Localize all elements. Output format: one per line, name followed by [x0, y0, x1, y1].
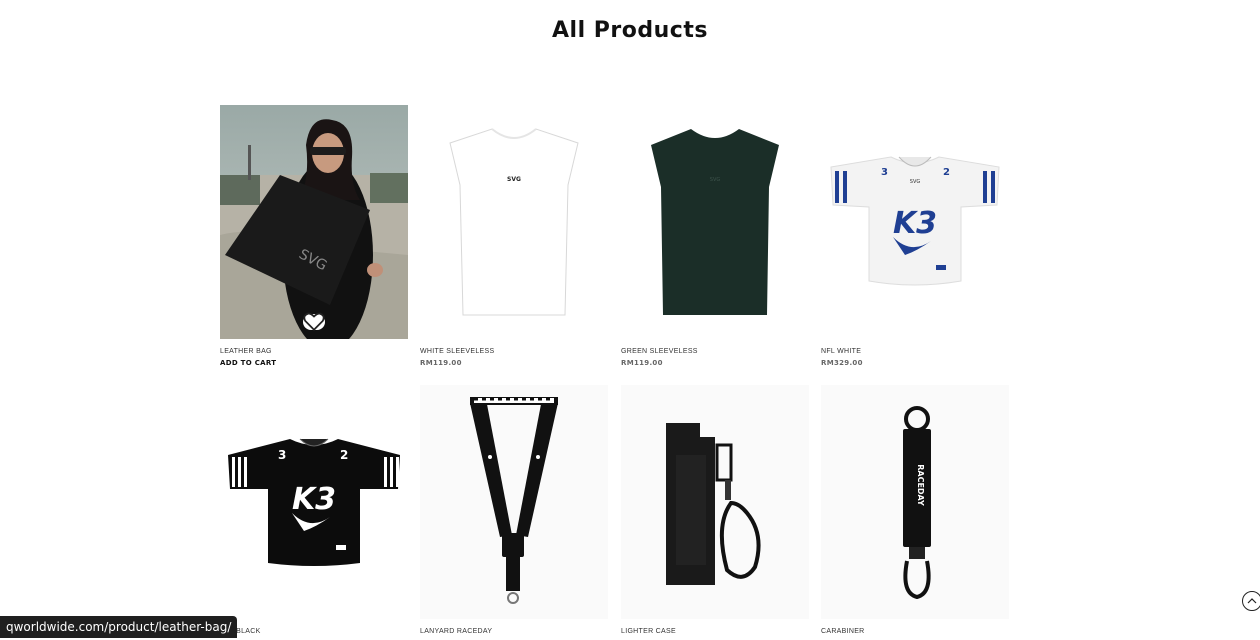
heart-icon [303, 312, 325, 331]
product-image-nfl-black[interactable]: 3 2 K3 [220, 385, 408, 619]
product-name[interactable]: LEATHER BAG [220, 348, 408, 355]
product-card-lighter-case[interactable]: LIGHTER CASE [621, 385, 809, 635]
page-title: All Products [552, 18, 708, 43]
jersey-print-text: K3 [292, 482, 336, 517]
product-name[interactable]: WHITE SLEEVELESS [420, 348, 608, 355]
product-image-nfl-white[interactable]: 3 2 SVG K3 [821, 105, 1009, 339]
svg-text:2: 2 [943, 167, 950, 178]
chevron-up-icon [1247, 598, 1257, 604]
product-name[interactable]: NFL WHITE [821, 348, 1009, 355]
product-price: RM329.00 [821, 359, 863, 367]
product-card-green-sleeveless[interactable]: SVG GREEN SLEEVELESS RM119.00 [621, 105, 809, 367]
product-name[interactable]: CARABINER [821, 628, 1009, 635]
wishlist-button[interactable] [303, 312, 325, 331]
product-image-white-sleeveless[interactable]: SVG [420, 105, 608, 339]
scroll-to-top-button[interactable] [1242, 591, 1260, 611]
product-image-lanyard-raceday[interactable] [420, 385, 608, 619]
product-card-carabiner[interactable]: RACEDAY CARABINER [821, 385, 1009, 635]
product-image-carabiner[interactable]: RACEDAY [821, 385, 1009, 619]
product-card-nfl-black[interactable]: 3 2 K3 NFL BLACK [220, 385, 408, 635]
status-bar-url: qworldwide.com/product/leather-bag/ [0, 616, 238, 638]
svg-text:SVG: SVG [910, 179, 921, 185]
product-image-leather-bag[interactable]: SVG [220, 105, 408, 339]
svg-text:2: 2 [340, 448, 348, 462]
product-image-green-sleeveless[interactable]: SVG [621, 105, 809, 339]
product-price: RM119.00 [420, 359, 462, 367]
shirt-logo-text: SVG [710, 177, 721, 183]
product-price: RM119.00 [621, 359, 663, 367]
product-card-lanyard-raceday[interactable]: LANYARD RACEDAY [420, 385, 608, 635]
product-card-leather-bag[interactable]: SVG LEATHER BAG ADD TO CART [220, 105, 408, 367]
product-card-nfl-white[interactable]: 3 2 SVG K3 NFL WHITE RM329.00 [821, 105, 1009, 367]
product-name[interactable]: NFL BLACK [220, 628, 408, 635]
add-to-cart-button[interactable]: ADD TO CART [220, 359, 408, 367]
product-card-white-sleeveless[interactable]: SVG WHITE SLEEVELESS RM119.00 [420, 105, 608, 367]
product-name[interactable]: LANYARD RACEDAY [420, 628, 608, 635]
svg-text:RACEDAY: RACEDAY [916, 464, 925, 506]
product-name[interactable]: GREEN SLEEVELESS [621, 348, 809, 355]
shirt-logo-text: SVG [507, 176, 521, 183]
svg-text:3: 3 [881, 167, 888, 178]
product-name[interactable]: LIGHTER CASE [621, 628, 809, 635]
product-image-lighter-case[interactable] [621, 385, 809, 619]
svg-text:3: 3 [278, 448, 286, 462]
jersey-print-text: K3 [893, 206, 937, 241]
